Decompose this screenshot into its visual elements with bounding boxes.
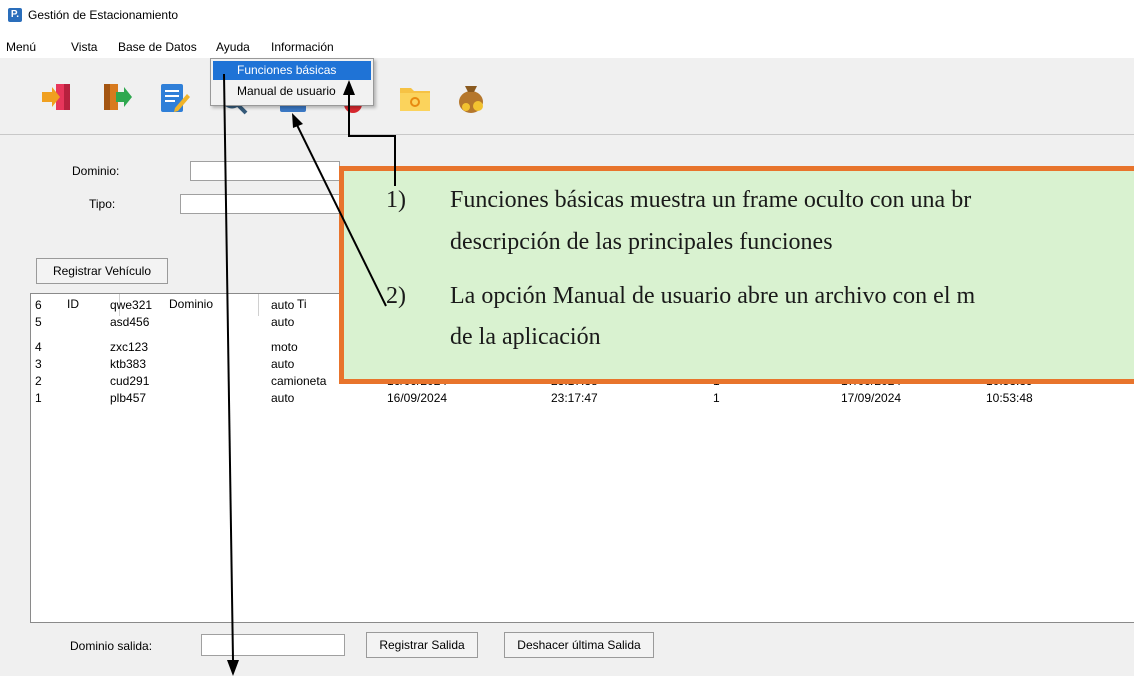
cell-dominio: ktb383 — [110, 357, 147, 371]
dominio-label: Dominio: — [72, 164, 120, 178]
cell-fecha-entrada: 16/09/2024 — [387, 391, 448, 405]
cell-tipo: auto — [271, 391, 295, 405]
edit-icon[interactable] — [155, 78, 193, 116]
cell-hora-salida: 10:53:48 — [986, 391, 1033, 405]
folder-icon[interactable] — [396, 78, 434, 116]
arrowhead-down — [227, 660, 239, 676]
tipo-select[interactable] — [180, 194, 340, 214]
tipo-label: Tipo: — [89, 197, 116, 211]
registrar-vehiculo-button[interactable]: Registrar Vehículo — [36, 258, 168, 284]
cell-tipo: moto — [271, 340, 298, 354]
menu-ayuda[interactable]: Ayuda — [216, 40, 250, 54]
menu-base-de-datos[interactable]: Base de Datos — [118, 40, 197, 54]
cell-tipo: camioneta — [271, 374, 327, 388]
cell-hora-entrada: 23:17:47 — [551, 391, 598, 405]
callout-item-1-line-1: Funciones básicas muestra un frame ocult… — [450, 187, 972, 213]
menu-vista[interactable]: Vista — [71, 40, 97, 54]
dominio-input[interactable] — [190, 161, 340, 181]
app-logo-icon: P. — [8, 8, 22, 22]
annotation-callout: 1) Funciones básicas muestra un frame oc… — [339, 166, 1134, 384]
cell-cantidad: 1 — [713, 391, 720, 405]
app-window: P. Gestión de Estacionamiento Menú Vista… — [0, 0, 1134, 676]
cell-id: 5 — [35, 315, 42, 329]
menu-item-funciones-basicas[interactable]: Funciones básicas — [213, 61, 371, 80]
cell-tipo: auto — [271, 357, 295, 371]
title-bar: P. Gestión de Estacionamiento — [0, 0, 1134, 28]
registrar-salida-button[interactable]: Registrar Salida — [366, 632, 478, 658]
toolbar-divider — [0, 134, 1134, 135]
ayuda-dropdown-menu: Funciones básicas Manual de usuario — [210, 58, 374, 106]
money-bag-icon[interactable] — [452, 78, 490, 116]
callout-item-2-number: 2) — [386, 283, 406, 309]
menu-item-manual-de-usuario[interactable]: Manual de usuario — [213, 82, 371, 101]
window-title: Gestión de Estacionamiento — [28, 8, 179, 22]
callout-item-2-line-2: de la aplicación — [450, 324, 601, 350]
cell-dominio: plb457 — [110, 391, 147, 405]
cell-tipo: auto — [271, 315, 295, 329]
cell-id: 1 — [35, 391, 42, 405]
enter-icon[interactable] — [38, 78, 76, 116]
callout-item-1-line-2: descripción de las principales funciones — [450, 229, 833, 255]
menu-menu[interactable]: Menú — [6, 40, 36, 54]
cell-dominio: zxc123 — [110, 340, 149, 354]
dominio-salida-label: Dominio salida: — [70, 639, 153, 653]
cell-dominio: asd456 — [110, 315, 150, 329]
table-row[interactable]: 1 plb457 auto 16/09/2024 23:17:47 1 17/0… — [31, 390, 1134, 407]
menu-informacion[interactable]: Información — [271, 40, 334, 54]
cell-tipo: auto — [271, 298, 295, 312]
cell-dominio: qwe321 — [110, 298, 153, 312]
exit-icon[interactable] — [98, 78, 136, 116]
cell-dominio: cud291 — [110, 374, 150, 388]
callout-item-2-line-1: La opción Manual de usuario abre un arch… — [450, 283, 976, 309]
deshacer-ultima-salida-button[interactable]: Deshacer última Salida — [504, 632, 654, 658]
dominio-salida-input[interactable] — [201, 634, 345, 656]
cell-id: 6 — [35, 298, 42, 312]
cell-fecha-salida: 17/09/2024 — [841, 391, 902, 405]
callout-item-1-number: 1) — [386, 187, 406, 213]
cell-id: 2 — [35, 374, 42, 388]
cell-id: 4 — [35, 340, 42, 354]
cell-id: 3 — [35, 357, 42, 371]
